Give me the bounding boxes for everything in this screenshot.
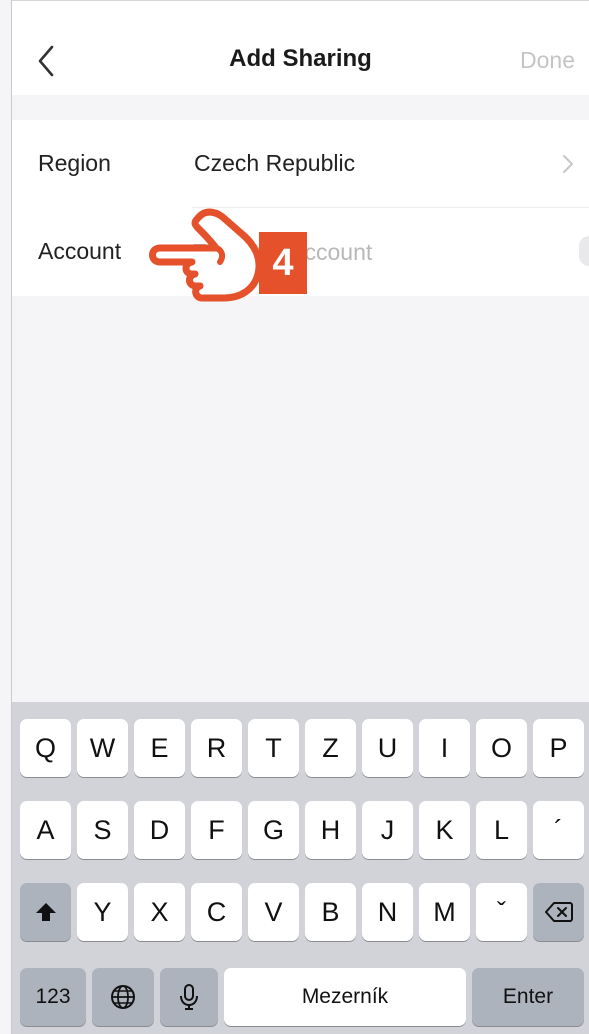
region-value: Czech Republic	[194, 150, 356, 176]
key-p[interactable]: P	[533, 719, 584, 777]
region-label: Region	[38, 150, 111, 176]
key-q[interactable]: Q	[20, 719, 71, 777]
key-acute[interactable]: ´	[533, 801, 584, 859]
key-s[interactable]: S	[77, 801, 128, 859]
account-label: Account	[38, 238, 122, 264]
key-e[interactable]: E	[134, 719, 185, 777]
key-n[interactable]: N	[362, 883, 413, 941]
page-title: Add Sharing	[229, 45, 372, 72]
key-x[interactable]: X	[134, 883, 185, 941]
globe-icon	[111, 985, 135, 1009]
backspace-icon	[544, 902, 573, 922]
key-caron[interactable]: ˇ	[476, 883, 527, 941]
key-d[interactable]: D	[134, 801, 185, 859]
key-t[interactable]: T	[248, 719, 299, 777]
navigation-bar: Add Sharing Done	[12, 1, 589, 95]
pointing-hand-icon	[149, 208, 263, 302]
key-r[interactable]: R	[191, 719, 242, 777]
key-l[interactable]: L	[476, 801, 527, 859]
key-m[interactable]: M	[419, 883, 470, 941]
side-handle	[579, 236, 589, 266]
key-v[interactable]: V	[248, 883, 299, 941]
key-y[interactable]: Y	[77, 883, 128, 941]
key-j[interactable]: J	[362, 801, 413, 859]
key-u[interactable]: U	[362, 719, 413, 777]
step-number-badge: 4	[259, 232, 307, 294]
key-o[interactable]: O	[476, 719, 527, 777]
done-button[interactable]: Done	[520, 47, 575, 74]
key-z[interactable]: Z	[305, 719, 356, 777]
backspace-key[interactable]	[533, 883, 584, 941]
keyboard: Q W E R T Z U I O P A S D F G H J K L ´ …	[12, 702, 589, 1034]
enter-key[interactable]: Enter	[472, 968, 584, 1026]
key-i[interactable]: I	[419, 719, 470, 777]
key-b[interactable]: B	[305, 883, 356, 941]
region-row[interactable]: Region Czech Republic	[12, 120, 589, 208]
key-a[interactable]: A	[20, 801, 71, 859]
globe-key[interactable]	[92, 968, 154, 1026]
shift-key[interactable]	[20, 883, 71, 941]
microphone-key[interactable]	[160, 968, 218, 1026]
key-f[interactable]: F	[191, 801, 242, 859]
key-h[interactable]: H	[305, 801, 356, 859]
shift-arrow-icon	[35, 903, 56, 921]
numbers-key[interactable]: 123	[20, 968, 86, 1026]
key-k[interactable]: K	[419, 801, 470, 859]
key-g[interactable]: G	[248, 801, 299, 859]
space-key[interactable]: Mezerník	[224, 968, 466, 1026]
key-c[interactable]: C	[191, 883, 242, 941]
key-w[interactable]: W	[77, 719, 128, 777]
chevron-right-icon	[563, 155, 573, 173]
microphone-icon	[180, 984, 198, 1010]
